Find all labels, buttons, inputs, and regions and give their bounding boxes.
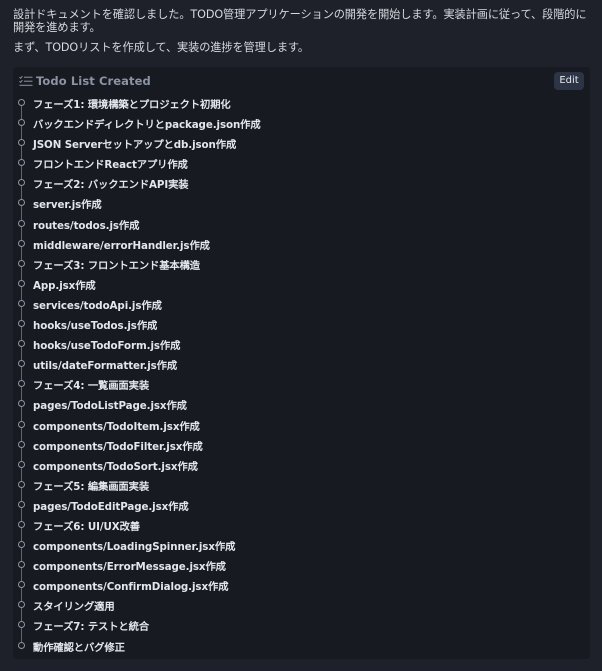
todo-status-circle-icon xyxy=(18,500,25,508)
todo-item-label: server.js作成 xyxy=(33,199,102,212)
todo-status-circle-icon xyxy=(18,239,25,247)
todo-item: フロントエンドReactアプリ作成 xyxy=(13,153,590,173)
todo-status-circle-icon xyxy=(18,520,25,528)
todo-status-circle-icon xyxy=(18,219,25,227)
todo-item-label: middleware/errorHandler.js作成 xyxy=(33,239,210,252)
todo-item: utils/dateFormatter.js作成 xyxy=(13,354,590,374)
todo-status-circle-icon xyxy=(18,440,25,448)
todo-item-label: components/TodoSort.jsx作成 xyxy=(33,460,198,473)
todo-item-label: フェーズ7: テストと統合 xyxy=(33,621,150,634)
todo-status-circle-icon xyxy=(18,99,25,106)
todo-item-label: App.jsx作成 xyxy=(33,279,96,292)
todo-status-circle-icon xyxy=(18,541,25,549)
checklist-icon xyxy=(19,75,33,86)
todo-status-circle-icon xyxy=(18,641,25,649)
todo-item-label: JSON Serverセットアップとdb.json作成 xyxy=(33,139,237,152)
todo-status-circle-icon xyxy=(18,259,25,267)
todo-item: components/TodoFilter.jsx作成 xyxy=(13,435,590,455)
todo-item: バックエンドディレクトリとpackage.json作成 xyxy=(13,113,590,133)
edit-button[interactable]: Edit xyxy=(554,72,584,90)
todo-item: フェーズ6: UI/UX改善 xyxy=(13,515,590,535)
todo-status-circle-icon xyxy=(18,420,25,428)
todo-item: components/ConfirmDialog.jsx作成 xyxy=(13,575,590,595)
todo-item-label: フェーズ5: 編集画面実装 xyxy=(33,480,150,493)
todo-status-circle-icon xyxy=(18,320,25,328)
todo-item: App.jsx作成 xyxy=(13,274,590,294)
todo-item: フェーズ3: フロントエンド基本構造 xyxy=(13,254,590,274)
card-header: Todo List Created Edit xyxy=(13,67,590,95)
todo-status-circle-icon xyxy=(18,279,25,287)
todo-item: components/ErrorMessage.jsx作成 xyxy=(13,555,590,575)
todo-item-label: components/TodoFilter.jsx作成 xyxy=(33,440,203,453)
todo-item-label: スタイリング適用 xyxy=(33,601,115,614)
todo-item-label: pages/TodoEditPage.jsx作成 xyxy=(33,500,189,513)
todo-item-label: バックエンドディレクトリとpackage.json作成 xyxy=(33,119,261,132)
todo-status-circle-icon xyxy=(18,380,25,388)
todo-item: pages/TodoListPage.jsx作成 xyxy=(13,394,590,414)
todo-status-circle-icon xyxy=(18,400,25,408)
message-paragraph: まず、TODOリストを作成して、実装の進捗を管理します。 xyxy=(13,41,309,54)
todo-item: components/LoadingSpinner.jsx作成 xyxy=(13,535,590,555)
todo-item: server.js作成 xyxy=(13,193,590,213)
todo-item-label: フェーズ2: バックエンドAPI実装 xyxy=(33,179,189,192)
todo-status-circle-icon xyxy=(18,299,25,307)
todo-status-circle-icon xyxy=(18,179,25,187)
todo-status-circle-icon xyxy=(18,340,25,348)
todo-item: JSON Serverセットアップとdb.json作成 xyxy=(13,133,590,153)
todo-item: hooks/useTodoForm.js作成 xyxy=(13,334,590,354)
message-paragraph: 設計ドキュメントを確認しました。TODO管理アプリケーションの開発を開始します。… xyxy=(13,8,587,34)
todo-item: routes/todos.js作成 xyxy=(13,214,590,234)
todo-status-circle-icon xyxy=(18,460,25,468)
todo-item-label: フェーズ1: 環境構築とプロジェクト初期化 xyxy=(33,99,231,111)
todo-item-label: utils/dateFormatter.js作成 xyxy=(33,360,178,373)
todo-item-label: フェーズ3: フロントエンド基本構造 xyxy=(33,259,201,272)
todo-item-label: フェーズ6: UI/UX改善 xyxy=(33,520,140,533)
todo-item-label: components/ErrorMessage.jsx作成 xyxy=(33,561,226,574)
assistant-message: 設計ドキュメントを確認しました。TODO管理アプリケーションの開発を開始します。… xyxy=(13,8,591,54)
todo-item-label: services/todoApi.js作成 xyxy=(33,299,162,312)
todo-item: services/todoApi.js作成 xyxy=(13,294,590,314)
todo-item: components/TodoItem.jsx作成 xyxy=(13,415,590,435)
todo-item: フェーズ5: 編集画面実装 xyxy=(13,475,590,495)
todo-item: フェーズ7: テストと統合 xyxy=(13,615,590,635)
todo-item-label: hooks/useTodos.js作成 xyxy=(33,320,158,333)
todo-status-circle-icon xyxy=(18,159,25,167)
todo-status-circle-icon xyxy=(18,601,25,609)
todo-list-card: Todo List Created Edit フェーズ1: 環境構築とプロジェク… xyxy=(13,67,590,659)
todo-item-label: components/TodoItem.jsx作成 xyxy=(33,420,200,433)
todo-item-label: 動作確認とバグ修正 xyxy=(33,641,125,654)
todo-item-label: フロントエンドReactアプリ作成 xyxy=(33,159,188,172)
todo-item: middleware/errorHandler.js作成 xyxy=(13,234,590,254)
todo-item-label: components/LoadingSpinner.jsx作成 xyxy=(33,541,236,554)
todo-item-label: フェーズ4: 一覧画面実装 xyxy=(33,380,150,393)
todo-item-label: routes/todos.js作成 xyxy=(33,219,140,232)
todo-item: hooks/useTodos.js作成 xyxy=(13,314,590,334)
todo-status-circle-icon xyxy=(18,480,25,488)
todo-item: フェーズ4: 一覧画面実装 xyxy=(13,374,590,394)
todo-item: フェーズ2: バックエンドAPI実装 xyxy=(13,173,590,193)
card-title: Todo List Created xyxy=(36,74,151,88)
todo-status-circle-icon xyxy=(18,561,25,569)
todo-item-label: components/ConfirmDialog.jsx作成 xyxy=(33,581,229,594)
todo-status-circle-icon xyxy=(18,581,25,589)
todo-item: 動作確認とバグ修正 xyxy=(13,636,590,656)
todo-status-circle-icon xyxy=(18,139,25,147)
todo-status-circle-icon xyxy=(18,199,25,207)
todo-item: スタイリング適用 xyxy=(13,595,590,615)
todo-items: フェーズ1: 環境構築とプロジェクト初期化バックエンドディレクトリとpackag… xyxy=(13,93,590,656)
todo-item-label: hooks/useTodoForm.js作成 xyxy=(33,340,181,353)
todo-status-circle-icon xyxy=(18,360,25,368)
todo-item-label: pages/TodoListPage.jsx作成 xyxy=(33,400,187,413)
todo-item: フェーズ1: 環境構築とプロジェクト初期化 xyxy=(13,93,590,113)
todo-item: components/TodoSort.jsx作成 xyxy=(13,455,590,475)
todo-item: pages/TodoEditPage.jsx作成 xyxy=(13,495,590,515)
todo-status-circle-icon xyxy=(18,621,25,629)
todo-status-circle-icon xyxy=(18,119,25,127)
